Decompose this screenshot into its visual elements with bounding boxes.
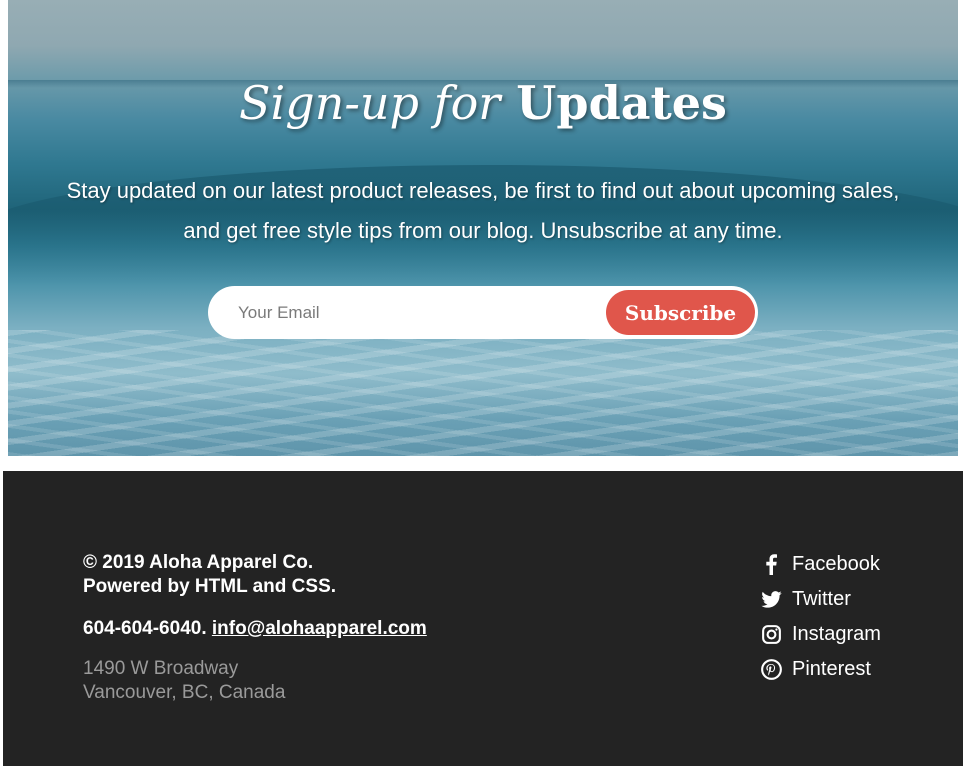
social-link-pinterest[interactable]: Pinterest [760,652,881,687]
email-input[interactable] [236,296,596,329]
subscribe-button[interactable]: Subscribe [606,290,755,335]
phone-number: 604-604-6040. [83,618,207,639]
signup-title-lead: Sign-up for [239,76,501,130]
copyright-text: © 2019 Aloha Apparel Co. [83,552,314,573]
pinterest-icon [760,659,782,681]
footer-info: © 2019 Aloha Apparel Co. Powered by HTML… [83,551,583,705]
social-link-twitter[interactable]: Twitter [760,582,881,617]
signup-title: Sign-up for Updates [8,74,958,132]
social-label: Twitter [792,588,851,610]
social-link-instagram[interactable]: Instagram [760,617,881,652]
contact-line: 604-604-6040. info@alohaapparel.com [83,617,583,641]
twitter-icon [760,589,782,611]
facebook-icon [760,554,782,576]
email-link[interactable]: info@alohaapparel.com [212,618,427,639]
social-links: Facebook Twitter Instagram Pinterest [760,547,881,687]
signup-description-line1: Stay updated on our latest product relea… [66,178,900,203]
signup-section: Sign-up for Updates Stay updated on our … [8,0,958,456]
site-footer: © 2019 Aloha Apparel Co. Powered by HTML… [3,471,963,766]
signup-description: Stay updated on our latest product relea… [28,171,938,251]
instagram-icon [760,624,782,646]
social-label: Pinterest [792,658,871,680]
address-line1: 1490 W Broadway [83,658,239,679]
address: 1490 W Broadway Vancouver, BC, Canada [83,657,583,705]
signup-title-main: Updates [516,76,727,130]
social-label: Facebook [792,553,880,575]
signup-form: Subscribe [208,286,758,339]
ocean-foam [8,330,958,456]
address-line2: Vancouver, BC, Canada [83,682,286,703]
social-label: Instagram [792,623,881,645]
signup-description-line2: and get free style tips from our blog. U… [183,218,783,243]
social-link-facebook[interactable]: Facebook [760,547,881,582]
powered-by-text: Powered by HTML and CSS. [83,576,337,597]
